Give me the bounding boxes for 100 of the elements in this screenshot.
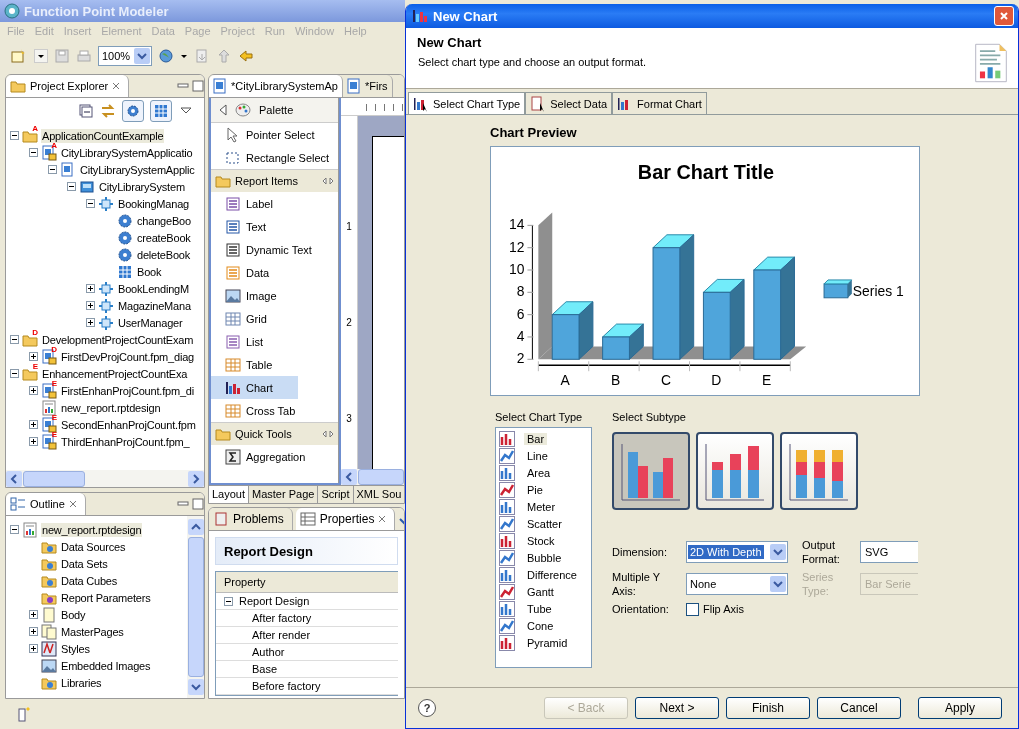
tree-toggle[interactable] [48,165,57,174]
link-icon[interactable] [100,103,116,119]
back-arrow-icon[interactable] [238,48,254,64]
tree-item[interactable]: Embedded Images [60,658,152,673]
globe-icon[interactable] [158,48,174,64]
editor-tab[interactable]: *Firs [343,75,393,97]
palette-item[interactable]: Label [211,192,338,215]
tree-toggle[interactable] [10,369,19,378]
palette-item[interactable]: Chart [211,376,298,399]
editor-tab[interactable]: *CityLibrarySystemAp [209,75,343,97]
chart-type-item[interactable]: Line [524,449,551,462]
tree-toggle[interactable] [29,437,38,446]
subtype-button[interactable] [696,432,774,510]
tree-item[interactable]: new_report.rptdesign [60,400,162,415]
tree-item[interactable]: CityLibrarySystem [98,179,186,194]
view-tab[interactable]: Project Explorer [6,75,130,97]
tree-item[interactable]: FirstEnhanProjCount.fpm_di [60,383,195,398]
wizard-tab[interactable]: Format Chart [612,92,707,114]
tree-toggle[interactable] [29,420,38,429]
wizard-button[interactable]: Apply [918,697,1002,719]
tree-toggle[interactable] [10,525,19,534]
tree-item[interactable]: Report Parameters [60,590,152,605]
output-format-field[interactable]: SVG [860,541,918,563]
tree-item[interactable]: Libraries [60,675,103,690]
tree-item[interactable]: CityLibrarySystemApplic [79,162,196,177]
tree-toggle[interactable] [86,318,95,327]
close-icon[interactable] [112,82,121,90]
tree-toggle[interactable] [29,386,38,395]
palette-tool[interactable]: Pointer Select [211,123,338,146]
property-group[interactable]: Report Design [239,595,310,607]
y-axis-dropdown[interactable]: None [686,573,788,595]
tree-item[interactable]: ApplicationCountExample [41,128,165,143]
chart-type-item[interactable]: Tube [524,602,555,615]
chart-type-item[interactable]: Stock [524,534,558,547]
tree-toggle[interactable] [29,352,38,361]
wizard-button[interactable]: Next > [635,697,719,719]
palette-item[interactable]: Grid [211,307,338,330]
tree-item[interactable]: Data Sources [60,539,127,554]
tree-item[interactable]: BookLendingM [117,281,190,296]
maximize-icon[interactable] [192,498,204,510]
chart-type-item[interactable]: Difference [524,568,580,581]
tree-item[interactable]: changeBoo [136,213,192,228]
scroll-left-icon[interactable] [341,469,357,485]
maximize-icon[interactable] [192,80,204,92]
palette-item[interactable]: Table [211,353,338,376]
tree-toggle[interactable] [10,335,19,344]
scrollbar-thumb[interactable] [23,470,85,487]
property-name[interactable]: After factory [224,612,312,624]
tree-item[interactable]: new_report.rptdesign [41,522,143,537]
tree-item[interactable]: FirstDevProjCount.fpm_diag [60,349,195,364]
chart-type-item[interactable]: Cone [524,619,557,632]
tree-toggle[interactable] [67,182,76,191]
tree-item[interactable]: UserManager [117,315,184,330]
palette-item[interactable]: Cross Tab [211,399,338,422]
tree-item[interactable]: CityLibrarySystemApplicatio [60,145,194,160]
scroll-right-icon[interactable] [188,470,204,487]
palette-tool[interactable]: Rectangle Select [211,146,338,169]
scrollbar-thumb[interactable] [358,469,404,485]
close-icon[interactable] [68,500,77,508]
scroll-up-icon[interactable] [187,519,204,535]
subtype-button[interactable] [612,432,690,510]
close-icon[interactable] [378,515,387,523]
tree-item[interactable]: Data Cubes [60,573,119,588]
palette-item[interactable]: List [211,330,338,353]
property-name[interactable]: Before factory [224,680,321,692]
tree-item[interactable]: MasterPages [60,624,125,639]
table-icon[interactable] [150,100,172,122]
wizard-tab[interactable]: Select Data [525,92,613,114]
double-arrow-icon[interactable] [322,430,334,438]
tree-item[interactable]: Body [60,607,87,622]
tree-item[interactable]: Styles [60,641,91,656]
tree-item[interactable]: ThirdEnhanProjCount.fpm_ [60,434,191,449]
wizard-tab[interactable]: Select Chart Type [408,92,526,114]
tree-item[interactable]: SecondEnhanProjCount.fpm [60,417,197,432]
chart-type-item[interactable]: Gantt [524,585,557,598]
dimension-dropdown[interactable]: 2D With Depth [686,541,788,563]
tree-item[interactable]: DevelopmentProjectCountExam [41,332,195,347]
chart-type-item[interactable]: Scatter [524,517,565,530]
zoom-combo[interactable]: 100% [98,46,152,66]
chart-type-item[interactable]: Pyramid [524,636,571,649]
view-tab[interactable]: Problems [209,508,293,530]
property-name[interactable]: Base [224,663,278,675]
tree-toggle[interactable] [10,131,19,140]
scroll-down-icon[interactable] [187,679,204,695]
wizard-button[interactable]: Cancel [817,697,901,719]
editor-page-tab[interactable]: Master Page [249,486,319,503]
view-tab[interactable]: Outline [6,493,86,515]
property-name[interactable]: Author [224,646,285,658]
tree-toggle[interactable] [86,199,95,208]
property-name[interactable]: After render [224,629,311,641]
palette-item[interactable]: Image [211,284,338,307]
dropdown-arrow-icon[interactable] [180,52,188,60]
tree-toggle[interactable] [29,148,38,157]
chart-type-item[interactable]: Pie [524,483,546,496]
palette-item[interactable]: Aggregation [211,445,338,468]
tree-toggle[interactable] [224,596,233,606]
view-tab[interactable]: Properties [295,508,396,530]
tree-toggle[interactable] [86,284,95,293]
editor-page-tab[interactable]: Layout [209,486,250,503]
palette-item[interactable]: Data [211,261,338,284]
